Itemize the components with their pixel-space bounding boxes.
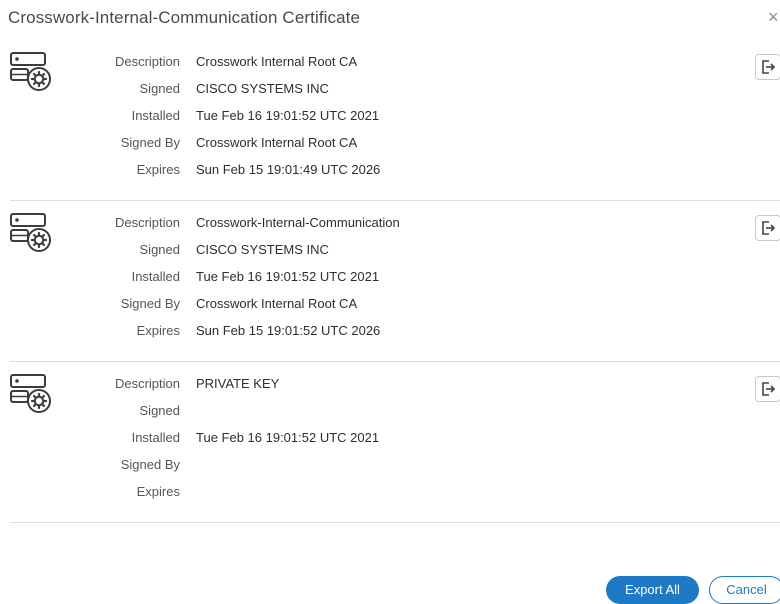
field-value: Sun Feb 15 19:01:49 UTC 2026 (196, 162, 381, 177)
certificate-server-gear-icon (10, 52, 52, 94)
field-value: Crosswork-Internal-Communication (196, 215, 400, 230)
field-label: Signed (139, 242, 180, 257)
field-value: PRIVATE KEY (196, 376, 280, 391)
field-label: Installed (131, 108, 180, 123)
field-value: Tue Feb 16 19:01:52 UTC 2021 (196, 269, 380, 284)
field-value: Tue Feb 16 19:01:52 UTC 2021 (196, 108, 380, 123)
certificate-entry: Description PRIVATE KEY Signed Installed… (10, 361, 780, 523)
export-button[interactable] (755, 54, 780, 80)
field-value: Crosswork Internal Root CA (196, 54, 358, 69)
export-button[interactable] (755, 215, 780, 241)
field-label: Expires (136, 484, 180, 499)
field-signed: Signed (70, 403, 690, 423)
field-signed-by: Signed By Crosswork Internal Root CA (70, 296, 690, 316)
field-label: Signed By (120, 135, 180, 150)
field-label: Installed (131, 430, 180, 445)
field-description: Description PRIVATE KEY (70, 376, 690, 396)
field-signed: Signed CISCO SYSTEMS INC (70, 81, 690, 101)
field-description: Description Crosswork-Internal-Communica… (70, 215, 690, 235)
field-installed: Installed Tue Feb 16 19:01:52 UTC 2021 (70, 108, 690, 128)
certificate-server-gear-icon (10, 213, 52, 255)
field-label: Description (114, 376, 180, 391)
field-label: Signed (139, 81, 180, 96)
field-expires: Expires (70, 484, 690, 504)
field-installed: Installed Tue Feb 16 19:01:52 UTC 2021 (70, 269, 690, 289)
field-description: Description Crosswork Internal Root CA (70, 54, 690, 74)
export-button[interactable] (755, 376, 780, 402)
field-signed-by: Signed By (70, 457, 690, 477)
field-expires: Expires Sun Feb 15 19:01:49 UTC 2026 (70, 162, 690, 182)
dialog-title: Crosswork-Internal-Communication Certifi… (8, 8, 361, 27)
field-value: CISCO SYSTEMS INC (196, 242, 329, 257)
field-label: Signed (139, 403, 180, 418)
field-label: Installed (131, 269, 180, 284)
field-label: Description (114, 215, 180, 230)
close-icon[interactable]: × (768, 6, 780, 28)
certificate-entry: Description Crosswork-Internal-Communica… (10, 200, 780, 362)
field-label: Expires (136, 323, 180, 338)
field-installed: Installed Tue Feb 16 19:01:52 UTC 2021 (70, 430, 690, 450)
field-label: Expires (136, 162, 180, 177)
field-value: Crosswork Internal Root CA (196, 296, 358, 311)
certificate-server-gear-icon (10, 374, 52, 416)
field-label: Signed By (120, 296, 180, 311)
field-value: Sun Feb 15 19:01:52 UTC 2026 (196, 323, 381, 338)
field-signed-by: Signed By Crosswork Internal Root CA (70, 135, 690, 155)
field-value: Tue Feb 16 19:01:52 UTC 2021 (196, 430, 380, 445)
certificate-entry: Description Crosswork Internal Root CA S… (10, 39, 780, 201)
field-label: Description (114, 54, 180, 69)
field-label: Signed By (120, 457, 180, 472)
field-value: CISCO SYSTEMS INC (196, 81, 329, 96)
field-signed: Signed CISCO SYSTEMS INC (70, 242, 690, 262)
field-value: Crosswork Internal Root CA (196, 135, 358, 150)
field-expires: Expires Sun Feb 15 19:01:52 UTC 2026 (70, 323, 690, 343)
